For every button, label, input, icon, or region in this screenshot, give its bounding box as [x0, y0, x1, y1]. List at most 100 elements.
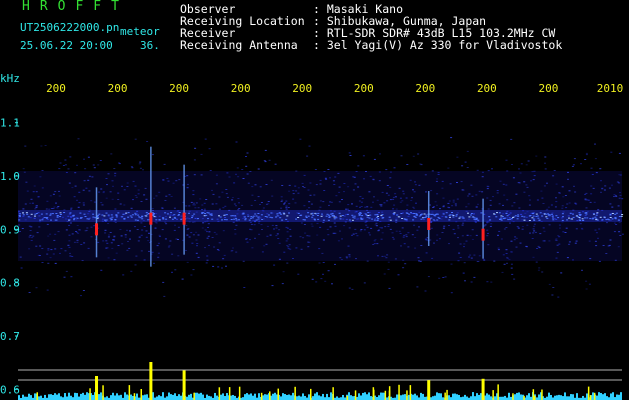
noise-dot — [511, 205, 514, 207]
noise-dot — [203, 202, 206, 204]
band-dot — [367, 212, 370, 214]
noise-dot — [52, 193, 55, 195]
band-dot — [165, 218, 168, 220]
noise-dot — [593, 201, 596, 203]
noise-dot — [137, 189, 140, 191]
noise-dot — [323, 171, 326, 172]
noise-dot — [471, 195, 474, 197]
counter-bar — [360, 395, 362, 400]
noise-dot — [412, 206, 415, 208]
noise-dot — [297, 192, 300, 194]
band-dot — [279, 217, 282, 219]
noise-dot — [140, 234, 143, 236]
noise-dot — [588, 283, 591, 285]
counter-bar — [124, 392, 126, 400]
noise-dot — [530, 180, 533, 182]
counter-bar — [248, 394, 250, 400]
band-dot — [592, 213, 595, 215]
noise-dot — [399, 201, 402, 203]
noise-dot — [47, 262, 50, 264]
counter-bar — [180, 395, 182, 400]
counter-bar — [118, 395, 120, 400]
noise-dot — [88, 190, 91, 192]
noise-dot — [519, 172, 522, 174]
noise-dot — [245, 156, 247, 157]
band-dot — [162, 217, 164, 219]
noise-dot — [473, 254, 476, 256]
noise-dot — [599, 168, 602, 170]
noise-dot — [448, 243, 450, 245]
noise-dot — [203, 208, 206, 210]
counter-bar — [396, 394, 398, 400]
noise-dot — [585, 207, 588, 209]
counter-bar — [350, 395, 352, 400]
noise-dot — [394, 196, 397, 198]
noise-dot — [122, 274, 125, 276]
noise-dot — [506, 170, 509, 172]
band-dot — [46, 217, 49, 219]
noise-dot — [213, 231, 216, 233]
noise-dot — [400, 245, 402, 247]
band-dot — [532, 213, 535, 215]
counter-bar — [266, 394, 268, 400]
band-dot — [459, 216, 462, 218]
band-dot — [103, 215, 106, 217]
noise-dot — [294, 185, 297, 187]
noise-dot — [33, 185, 36, 187]
noise-dot — [575, 240, 578, 242]
noise-dot — [281, 199, 284, 201]
noise-dot — [419, 163, 422, 165]
band-dot — [341, 215, 344, 216]
band-dot — [392, 213, 395, 214]
noise-dot — [457, 237, 459, 239]
band-dot — [621, 214, 624, 215]
x-tick-label: 200 — [415, 82, 435, 95]
noise-dot — [448, 225, 450, 226]
noise-dot — [339, 230, 341, 232]
noise-dot — [69, 255, 72, 257]
counter-bar — [292, 392, 294, 400]
noise-dot — [526, 186, 529, 188]
noise-dot — [171, 271, 173, 273]
noise-dot — [36, 232, 39, 234]
noise-dot — [387, 194, 390, 196]
band-dot — [141, 216, 144, 218]
counter-bar — [168, 392, 170, 400]
noise-dot — [618, 152, 621, 154]
noise-dot — [461, 189, 464, 191]
noise-dot — [473, 276, 476, 278]
noise-dot — [613, 196, 615, 197]
noise-dot — [497, 247, 500, 249]
band-dot — [462, 217, 465, 219]
band-dot — [523, 216, 526, 218]
noise-dot — [30, 198, 33, 200]
noise-dot — [71, 233, 74, 235]
noise-dot — [617, 246, 620, 248]
noise-dot — [560, 272, 563, 274]
band-dot — [595, 214, 598, 216]
band-dot — [578, 212, 581, 214]
noise-dot — [378, 171, 381, 173]
noise-dot — [175, 180, 178, 182]
noise-dot — [197, 256, 200, 258]
noise-dot — [401, 227, 404, 229]
noise-dot — [510, 138, 513, 140]
band-dot — [504, 217, 507, 219]
noise-dot — [470, 281, 473, 283]
noise-dot — [251, 194, 254, 196]
band-dot — [557, 217, 560, 219]
noise-dot — [306, 155, 309, 157]
noise-dot — [234, 229, 237, 230]
noise-dot — [69, 222, 72, 224]
noise-dot — [389, 177, 392, 179]
noise-dot — [383, 202, 386, 204]
noise-dot — [492, 196, 494, 198]
noise-dot — [126, 249, 129, 251]
noise-dot — [425, 239, 428, 241]
band-dot — [197, 218, 199, 220]
noise-dot — [483, 259, 486, 261]
noise-dot — [67, 168, 70, 170]
noise-dot — [186, 183, 189, 185]
band-dot — [257, 218, 260, 220]
noise-dot — [35, 287, 38, 289]
